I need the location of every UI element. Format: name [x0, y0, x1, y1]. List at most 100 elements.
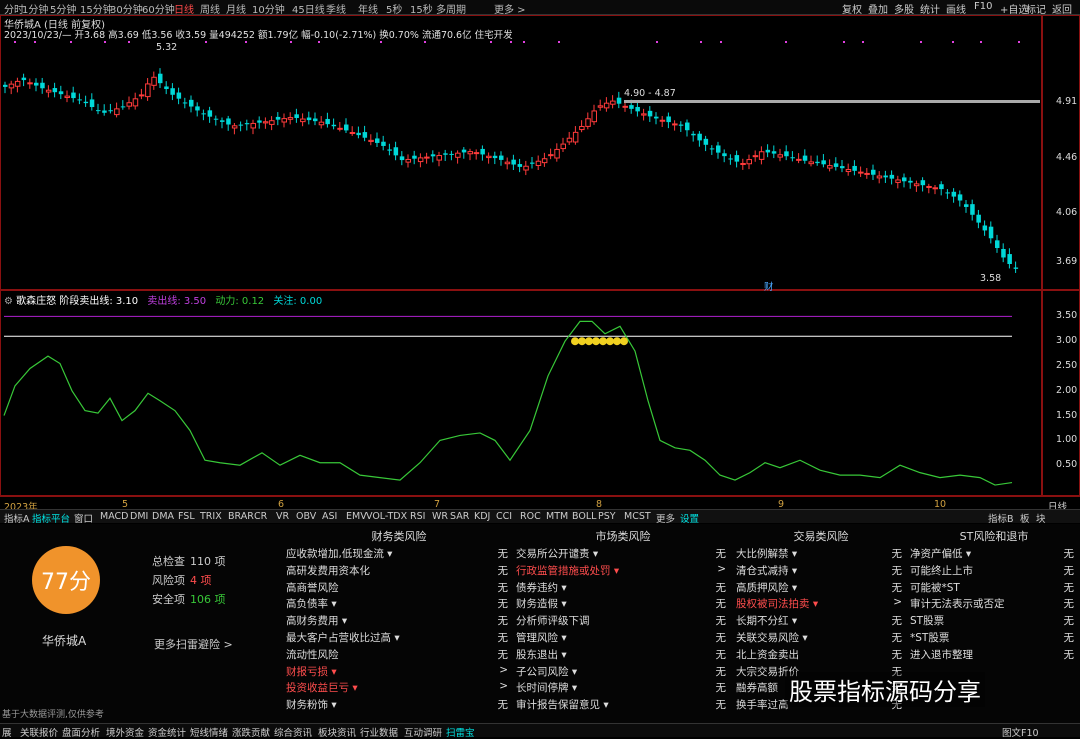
tab-6[interactable]: FSL: [178, 511, 195, 522]
candle-body: [269, 120, 275, 125]
tab-14[interactable]: VOL-TDX: [366, 511, 407, 522]
candle-body: [597, 105, 604, 108]
risk-item[interactable]: 高商誉风险 无: [286, 580, 512, 597]
risk-item-label: 子公司风险 ▾: [516, 665, 578, 678]
risk-item[interactable]: 股东退出 ▾ 无: [516, 647, 730, 664]
tab-11[interactable]: OBV: [296, 511, 316, 522]
risk-item[interactable]: ST股票 无: [910, 613, 1078, 630]
risk-item[interactable]: 子公司风险 ▾ 无: [516, 664, 730, 681]
tab-10[interactable]: VR: [276, 511, 289, 522]
risk-item[interactable]: 管理风险 ▾ 无: [516, 630, 730, 647]
tab-21[interactable]: MTM: [546, 511, 568, 522]
risk-item[interactable]: 高研发费用资本化 无: [286, 563, 512, 580]
tab-25[interactable]: 更多: [656, 511, 675, 525]
candle-body: [833, 163, 839, 167]
risk-item[interactable]: 长时间停牌 ▾ 无: [516, 680, 730, 697]
risk-item-label: 可能被*ST: [910, 581, 960, 594]
risk-item[interactable]: 大比例解禁 ▾ 无: [736, 546, 906, 563]
tab-26[interactable]: 设置: [680, 511, 699, 525]
tab-22[interactable]: BOLL: [572, 511, 596, 522]
tab-7[interactable]: TRIX: [200, 511, 222, 522]
top-button-8[interactable]: 返回: [1052, 1, 1072, 16]
risk-item[interactable]: 分析师评级下调 无: [516, 613, 730, 630]
risk-item[interactable]: 财务造假 ▾ 无: [516, 596, 730, 613]
tab-24[interactable]: MCST: [624, 511, 651, 522]
candle-body: [195, 106, 200, 111]
tab-13[interactable]: EMV: [346, 511, 367, 522]
risk-item[interactable]: 高财务费用 ▾ 无: [286, 613, 512, 630]
tab-4[interactable]: DMI: [130, 511, 148, 522]
indicator-tick: 1.50: [1056, 409, 1078, 421]
risk-item-value: 无: [497, 581, 509, 594]
tab-12[interactable]: ASI: [322, 511, 337, 522]
tab-9[interactable]: CR: [254, 511, 267, 522]
tab-17[interactable]: SAR: [450, 511, 469, 522]
risk-item[interactable]: 应收款增加,低现金流 ▾ 无: [286, 546, 512, 563]
risk-item[interactable]: 净资产偏低 ▾ 无: [910, 546, 1078, 563]
tab-18[interactable]: KDJ: [474, 511, 490, 522]
top-button-2[interactable]: 多股: [894, 1, 914, 16]
risk-item-value: 无: [715, 682, 727, 695]
risk-item[interactable]: 投资收益巨亏 ▾ >: [286, 680, 512, 697]
candle-body: [926, 185, 932, 188]
candle-body: [287, 117, 294, 120]
more-scan-link[interactable]: 更多扫雷避险 >: [154, 636, 233, 652]
tab-1[interactable]: 指标平台: [32, 511, 70, 525]
top-button-7[interactable]: 标记: [1026, 1, 1046, 16]
candle-body: [344, 124, 349, 131]
risk-item[interactable]: 可能终止上市 无: [910, 563, 1078, 580]
risk-item[interactable]: 长期不分红 ▾ 无: [736, 613, 906, 630]
top-button-5[interactable]: F10: [974, 1, 992, 12]
candle-body: [629, 105, 634, 109]
risk-item[interactable]: 最大客户占营收比过高 ▾ 无: [286, 630, 512, 647]
risk-item[interactable]: 关联交易风险 ▾ 无: [736, 630, 906, 647]
tab-right-2[interactable]: 块: [1036, 511, 1046, 525]
candle-body: [964, 204, 969, 207]
risk-item[interactable]: 流动性风险 无: [286, 647, 512, 664]
risk-item[interactable]: 可能被*ST 无: [910, 580, 1078, 597]
top-button-0[interactable]: 复权: [842, 1, 862, 16]
risk-item[interactable]: 高负债率 ▾ 无: [286, 596, 512, 613]
candle-body: [170, 88, 175, 95]
top-button-3[interactable]: 统计: [920, 1, 940, 16]
risk-item[interactable]: 清仓式减持 ▾ 无: [736, 563, 906, 580]
risk-item[interactable]: 债券违约 ▾ 无: [516, 580, 730, 597]
signal-dot: [490, 41, 492, 43]
tab-3[interactable]: MACD: [100, 511, 128, 522]
risk-item[interactable]: 行政监管措施或处罚 ▾ >: [516, 563, 730, 580]
risk-item[interactable]: 审计无法表示或否定 无: [910, 596, 1078, 613]
top-button-1[interactable]: 叠加: [868, 1, 888, 16]
signal-dot: [14, 41, 16, 43]
risk-item[interactable]: 股权被司法拍卖 ▾ >: [736, 596, 906, 613]
top-button-6[interactable]: +自选: [1000, 1, 1028, 16]
risk-item[interactable]: 财报亏损 ▾ >: [286, 664, 512, 681]
tab-right-1[interactable]: 板: [1020, 511, 1030, 525]
risk-item[interactable]: 交易所公开谴责 ▾ 无: [516, 546, 730, 563]
tab-23[interactable]: PSY: [598, 511, 616, 522]
risk-item-label: 高负债率 ▾: [286, 598, 337, 611]
tab-19[interactable]: CCI: [496, 511, 512, 522]
risk-item[interactable]: *ST股票 无: [910, 630, 1078, 647]
risk-item[interactable]: 进入退市整理 无: [910, 647, 1078, 664]
candle-body: [840, 166, 845, 169]
risk-item[interactable]: 审计报告保留意见 ▾ 无: [516, 697, 730, 714]
tab-2[interactable]: 窗口: [74, 511, 93, 525]
tab-20[interactable]: ROC: [520, 511, 541, 522]
indicator-tick: 2.00: [1056, 384, 1078, 396]
candle-body: [796, 158, 802, 161]
finance-marker[interactable]: 财: [764, 279, 774, 293]
tab-right-0[interactable]: 指标B: [988, 511, 1014, 525]
tab-8[interactable]: BRAR: [228, 511, 254, 522]
tab-16[interactable]: WR: [432, 511, 448, 522]
safe-value: 106 项: [190, 593, 226, 606]
risk-item[interactable]: 高质押风险 ▾ 无: [736, 580, 906, 597]
candle-body: [8, 83, 15, 89]
tab-0[interactable]: 指标A: [4, 511, 30, 525]
top-button-4[interactable]: 画线: [946, 1, 966, 16]
tab-15[interactable]: RSI: [410, 511, 425, 522]
risk-item[interactable]: 北上资金卖出 无: [736, 647, 906, 664]
risk-item[interactable]: 财务粉饰 ▾ 无: [286, 697, 512, 714]
candle-body: [486, 155, 492, 159]
risk-item-label: 财务粉饰 ▾: [286, 699, 337, 712]
tab-5[interactable]: DMA: [152, 511, 174, 522]
